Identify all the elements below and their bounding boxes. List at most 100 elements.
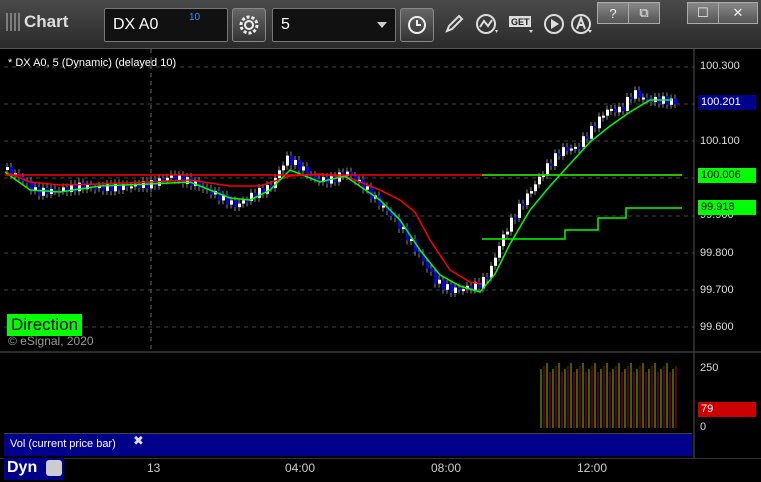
green-line2-badge: 99.918: [698, 200, 756, 215]
candle: [486, 277, 489, 280]
dynamic-mode-button[interactable]: Dyn: [4, 458, 64, 480]
candle: [306, 166, 309, 175]
candle: [606, 109, 609, 116]
candle: [462, 289, 465, 292]
candle: [594, 126, 597, 129]
close-icon[interactable]: ✖: [133, 433, 144, 449]
candle: [298, 160, 301, 171]
candle: [618, 106, 621, 113]
candle: [554, 153, 557, 166]
last-price-badge: 100.201: [698, 95, 756, 110]
candles: [6, 86, 677, 297]
candle: [574, 146, 577, 149]
candle: [578, 146, 581, 149]
time-axis: [0, 458, 761, 482]
candle: [610, 108, 613, 111]
candle: [506, 231, 509, 235]
candle: [118, 183, 121, 190]
price-tick: 99.600: [700, 321, 734, 333]
candle: [590, 126, 593, 139]
green-line-badge: 100.006: [698, 168, 756, 183]
candle: [442, 279, 445, 290]
candle: [546, 163, 549, 176]
candle: [230, 200, 233, 205]
candle: [630, 97, 633, 100]
candle: [510, 217, 513, 232]
candle: [502, 234, 505, 247]
candle: [382, 205, 385, 208]
candle: [114, 183, 117, 192]
candle: [454, 287, 457, 293]
volume-bars: [540, 363, 677, 428]
candle: [598, 116, 601, 129]
candle: [550, 163, 553, 166]
candle: [166, 177, 169, 181]
candle: [514, 217, 517, 220]
time-label: 08:00: [431, 461, 462, 475]
candle: [294, 160, 297, 166]
candle: [494, 257, 497, 266]
lock-icon: [46, 460, 62, 476]
candle: [6, 167, 9, 170]
candle: [450, 284, 453, 293]
candle: [674, 98, 677, 105]
volume-tick: 0: [700, 421, 707, 433]
candle: [634, 90, 637, 99]
candle: [566, 147, 569, 151]
candle: [54, 189, 57, 192]
candle: [458, 287, 461, 290]
candle: [534, 184, 537, 192]
candle: [242, 200, 245, 204]
candle: [538, 176, 541, 185]
price-tick: 99.800: [700, 247, 734, 259]
candle: [498, 246, 501, 258]
candle: [278, 170, 281, 178]
candle: [518, 203, 521, 218]
candle: [366, 186, 369, 190]
candle: [646, 97, 649, 100]
chart-grid: [4, 66, 694, 328]
candle: [246, 200, 249, 203]
volume-study-bar[interactable]: Vol (current price bar): [4, 433, 692, 456]
copyright: © eSignal, 2020: [8, 334, 94, 348]
candle: [290, 155, 293, 166]
candle: [438, 279, 441, 284]
candle: [38, 187, 41, 196]
candle: [638, 90, 641, 98]
candle: [586, 136, 589, 139]
green-trend-line: [4, 99, 672, 293]
direction-label: Direction: [7, 314, 83, 336]
candle: [42, 187, 45, 196]
candle: [522, 203, 525, 206]
candle: [238, 203, 241, 208]
candle: [418, 251, 421, 254]
candle: [530, 191, 533, 194]
candle: [234, 200, 237, 208]
volume-label: Vol (current price bar): [10, 438, 116, 450]
candle: [526, 193, 529, 206]
candle: [626, 97, 629, 111]
candle: [370, 186, 373, 199]
candle: [218, 190, 221, 201]
price-chart[interactable]: [0, 0, 761, 481]
price-tick: 100.300: [700, 60, 740, 72]
candle: [562, 147, 565, 156]
candle: [558, 153, 561, 156]
candle: [642, 97, 645, 100]
candle: [434, 271, 437, 284]
candle: [286, 155, 289, 166]
candle: [430, 268, 433, 272]
chart-title: * DX A0, 5 (Dynamic) (delayed 10): [8, 57, 177, 69]
candle: [62, 187, 65, 192]
candle: [426, 261, 429, 269]
candle: [94, 187, 97, 190]
price-tick: 100.100: [700, 135, 740, 147]
candle: [602, 115, 605, 118]
candle: [302, 166, 305, 171]
candle: [570, 148, 573, 151]
price-tick: 99.700: [700, 284, 734, 296]
candle: [582, 136, 585, 147]
candle: [162, 178, 165, 181]
candle: [614, 108, 617, 113]
volume-tick: 250: [700, 362, 719, 374]
